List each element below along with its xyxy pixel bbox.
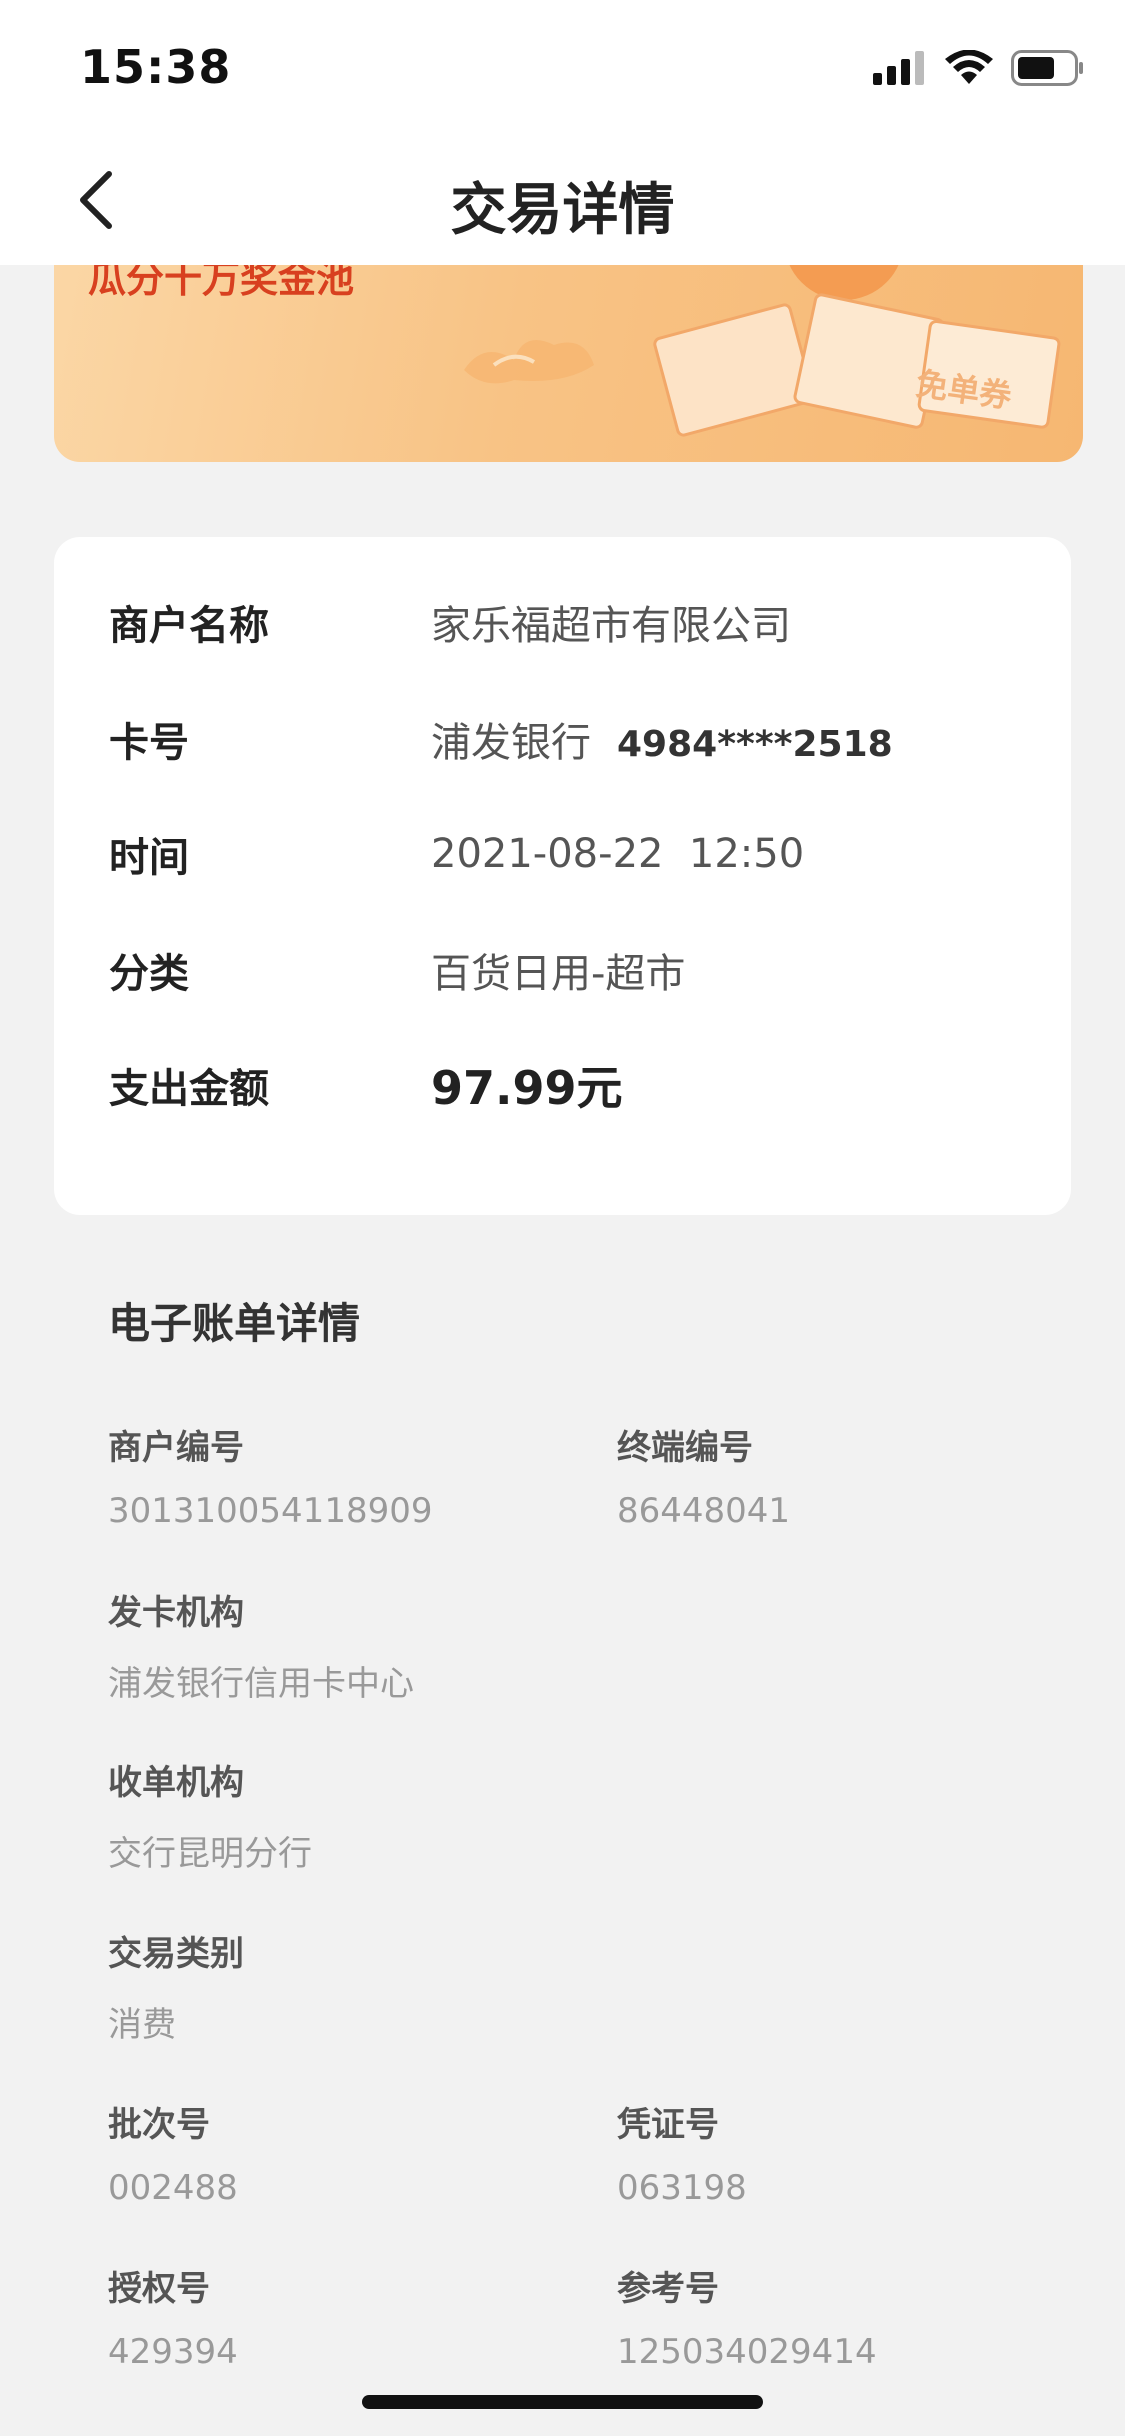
- merchant-value: 家乐福超市有限公司: [431, 603, 791, 649]
- terminal-no-value: 86448041: [617, 1491, 791, 1531]
- acquirer-label: 收单机构: [108, 1763, 244, 1803]
- terminal-no-field: 终端编号 86448041: [617, 1420, 790, 1531]
- ref-label: 参考号: [617, 2269, 719, 2309]
- card-bank: 浦发银行: [431, 720, 591, 766]
- card-label: 卡号: [109, 720, 189, 766]
- ref-value: 125034029414: [617, 2332, 877, 2372]
- acquirer-value: 交行昆明分行: [108, 1834, 312, 1874]
- batch-field: 批次号 002488: [108, 2097, 238, 2208]
- type-value: 消费: [108, 2005, 176, 2045]
- home-indicator[interactable]: [362, 2395, 763, 2409]
- terminal-no-label: 终端编号: [617, 1428, 753, 1468]
- time-value: 2021-08-22 12:50: [431, 831, 805, 877]
- issuer-value: 浦发银行信用卡中心: [108, 1664, 414, 1704]
- ref-field: 参考号 125034029414: [617, 2261, 877, 2372]
- time-label: 时间: [109, 835, 189, 881]
- nav-bar: 交易详情: [0, 135, 1125, 265]
- ebill-title: 电子账单详情: [108, 1299, 361, 1348]
- amount-label: 支出金额: [109, 1066, 269, 1112]
- merchant-no-field: 商户编号 301310054118909: [108, 1420, 432, 1531]
- issuer-label: 发卡机构: [108, 1593, 244, 1633]
- cellular-signal-icon: [873, 51, 924, 85]
- status-bar: 15:38: [0, 0, 1125, 135]
- voucher-value: 063198: [617, 2168, 747, 2208]
- page-title: 交易详情: [450, 178, 675, 243]
- issuer-field: 发卡机构 浦发银行信用卡中心: [108, 1585, 414, 1705]
- type-field: 交易类别 消费: [108, 1926, 244, 2046]
- category-label: 分类: [109, 951, 189, 997]
- wifi-icon: [945, 50, 993, 84]
- cloud-icon: [464, 340, 594, 384]
- category-row: 分类 百货日用-超市: [109, 940, 1029, 1000]
- auth-field: 授权号 429394: [108, 2261, 238, 2372]
- battery-icon: [1011, 50, 1083, 86]
- batch-label: 批次号: [108, 2105, 210, 2145]
- transaction-card: 商户名称 家乐福超市有限公司 卡号 浦发银行 4984****2518 时间 20…: [54, 537, 1071, 1215]
- type-label: 交易类别: [108, 1934, 244, 1974]
- card-row: 卡号 浦发银行 4984****2518: [109, 709, 1029, 769]
- card-number: 4984****2518: [617, 724, 893, 765]
- merchant-no-label: 商户编号: [108, 1428, 244, 1468]
- voucher-label: 凭证号: [617, 2105, 719, 2145]
- time-row: 时间 2021-08-22 12:50: [109, 824, 1029, 884]
- amount-value: 97.99元: [431, 1061, 623, 1115]
- acquirer-field: 收单机构 交行昆明分行: [108, 1755, 312, 1875]
- category-value: 百货日用-超市: [431, 951, 686, 997]
- batch-value: 002488: [108, 2168, 238, 2208]
- merchant-row: 商户名称 家乐福超市有限公司: [109, 592, 1029, 652]
- voucher-field: 凭证号 063198: [617, 2097, 747, 2208]
- merchant-no-value: 301310054118909: [108, 1491, 433, 1531]
- status-time: 15:38: [80, 40, 232, 94]
- merchant-label: 商户名称: [109, 603, 269, 649]
- auth-value: 429394: [108, 2332, 238, 2372]
- amount-row: 支出金额 97.99元: [109, 1055, 1029, 1115]
- auth-label: 授权号: [108, 2269, 210, 2309]
